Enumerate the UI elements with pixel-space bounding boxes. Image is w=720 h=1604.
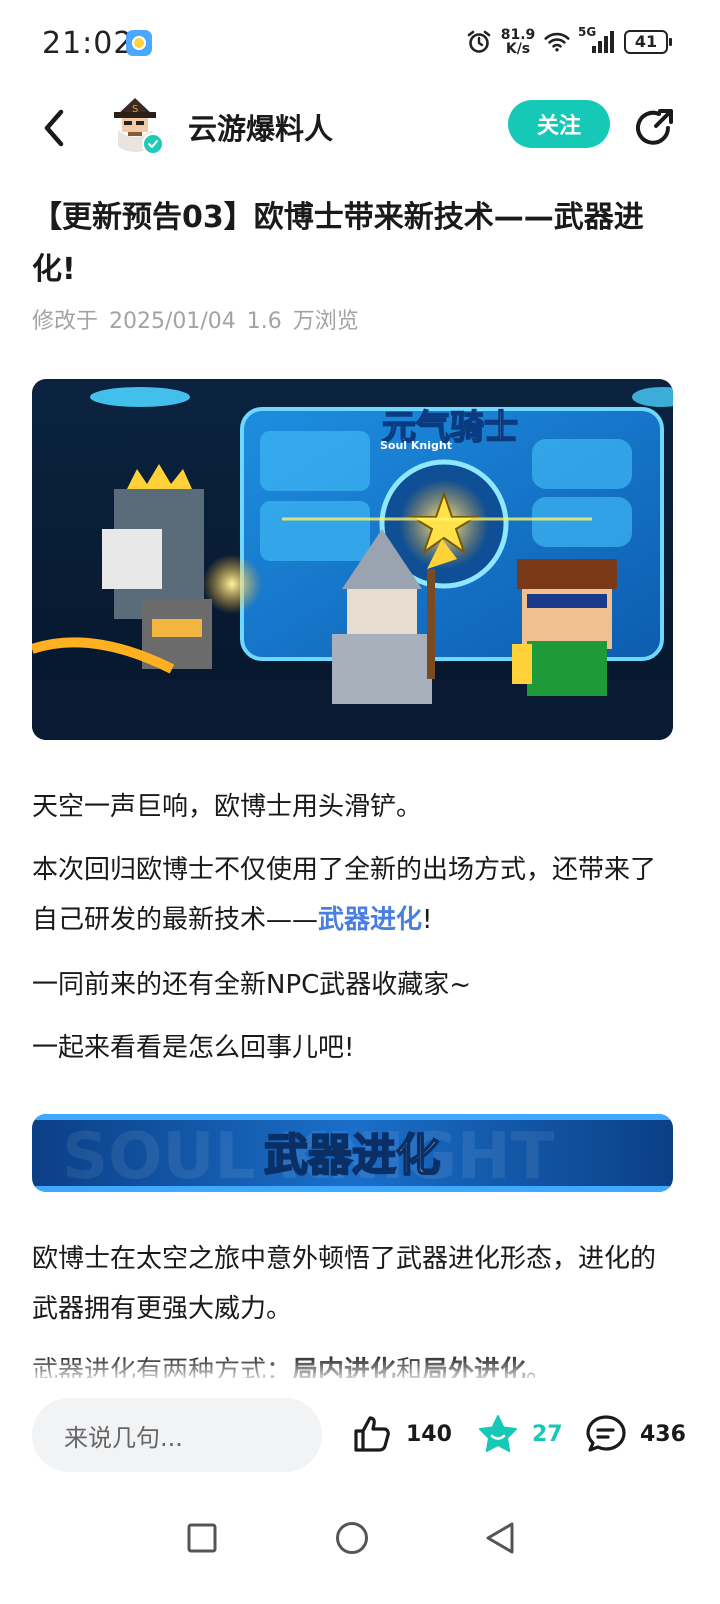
paragraph-4: 一起来看看是怎么回事儿吧! <box>32 1033 355 1063</box>
like-count: 140 <box>406 1421 452 1447</box>
star-count: 27 <box>532 1421 563 1447</box>
like-button[interactable]: 140 <box>350 1412 452 1456</box>
article-title: 【更新预告03】欧博士带来新技术——武器进化! <box>32 200 644 287</box>
in-game-evolution: 局内进化 <box>292 1356 397 1378</box>
triangle-back-icon <box>486 1522 514 1554</box>
wifi-icon <box>544 29 570 55</box>
network-type: 5G <box>578 25 597 39</box>
back-arrow-icon <box>44 109 64 147</box>
paragraph-6: 武器进化有两种方式：局内进化和局外进化。 <box>32 1346 672 1378</box>
net-speed-unit: K/s <box>505 41 531 57</box>
paragraph-6-end: 。 <box>526 1356 553 1378</box>
follow-button[interactable]: 关注 <box>508 100 610 148</box>
star-button[interactable]: 27 <box>476 1412 563 1456</box>
net-speed: 81.9 K/s <box>500 28 536 56</box>
article-meta: 修改于 2025/01/04 1.6 万浏览 <box>32 309 359 334</box>
action-bar: 来说几句... 140 27 436 <box>0 1378 720 1496</box>
paragraph-2: 本次回归欧博士不仅使用了全新的出场方式，还带来了自己研发的最新技术——武器进化! <box>32 845 672 945</box>
alarm-icon <box>466 29 492 55</box>
weather-icon <box>126 30 152 56</box>
home-button[interactable] <box>324 1510 380 1566</box>
author-name[interactable]: 云游爆料人 <box>188 106 333 148</box>
back-nav-button[interactable] <box>472 1510 528 1566</box>
comment-button[interactable]: 436 <box>584 1412 686 1456</box>
out-game-evolution: 局外进化 <box>422 1356 527 1378</box>
share-icon <box>636 109 673 145</box>
status-bar: 21:02 81.9 K/s 5G 41 <box>0 0 720 88</box>
square-icon <box>187 1523 217 1553</box>
circle-icon <box>336 1522 368 1554</box>
comment-bubble-icon <box>586 1415 626 1452</box>
thumbs-up-icon <box>354 1416 390 1452</box>
post-header: S 云游爆料人 关注 <box>0 88 720 170</box>
share-button[interactable] <box>632 104 676 148</box>
paragraph-5: 欧博士在太空之旅中意外顿悟了武器进化形态，进化的武器拥有更强大威力。 <box>32 1244 657 1324</box>
system-nav-bar <box>0 1496 720 1604</box>
paragraph-6-and: 和 <box>396 1356 423 1378</box>
paragraph-2-end: ! <box>422 905 433 935</box>
section-banner: SOUL KNIGHT 武器进化 <box>32 1114 673 1192</box>
battery-icon: 41 <box>624 30 672 54</box>
section-title: 武器进化 <box>264 1130 440 1181</box>
comment-input[interactable]: 来说几句... <box>32 1398 322 1472</box>
weapon-evolution-link[interactable]: 武器进化 <box>318 905 422 935</box>
paragraph-1: 天空一声巨响，欧博士用头滑铲。 <box>32 792 423 822</box>
star-icon <box>479 1415 517 1452</box>
comment-count: 436 <box>640 1421 686 1447</box>
back-button[interactable] <box>30 104 78 152</box>
paragraph-6-text: 武器进化有两种方式： <box>32 1356 293 1378</box>
paragraph-3: 一同前来的还有全新NPC武器收藏家~ <box>32 970 472 1000</box>
verified-icon <box>142 133 164 155</box>
svg-text:S: S <box>132 104 138 115</box>
hero-image[interactable]: 元气骑士 Soul Knight <box>32 379 673 740</box>
status-icons: 81.9 K/s 5G 41 <box>466 25 672 56</box>
hero-logo-en: Soul Knight <box>380 439 452 452</box>
status-time: 21:02 <box>42 26 134 61</box>
cellular-5g-icon: 5G <box>578 25 616 55</box>
recents-button[interactable] <box>174 1510 230 1566</box>
